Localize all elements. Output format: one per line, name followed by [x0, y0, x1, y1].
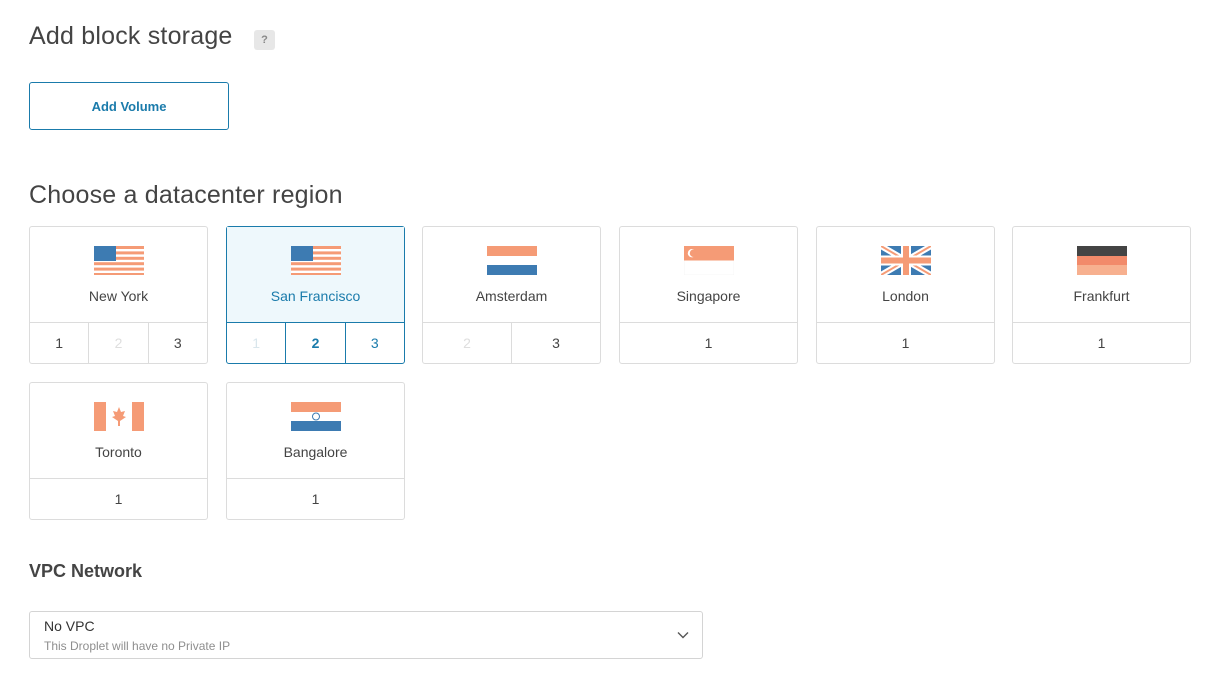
- nl-flag-icon: [486, 246, 537, 275]
- region-card-new-york[interactable]: New York 1 2 3: [29, 226, 208, 364]
- chevron-down-icon: [677, 632, 689, 639]
- region-name: Bangalore: [283, 444, 348, 460]
- datacenter-option-1[interactable]: 1: [1013, 322, 1190, 363]
- region-card-san-francisco[interactable]: San Francisco 1 2 3: [226, 226, 405, 364]
- datacenter-region-title: Choose a datacenter region: [29, 181, 343, 209]
- datacenter-option-1[interactable]: 1: [30, 322, 88, 363]
- vpc-network-select[interactable]: No VPC This Droplet will have no Private…: [29, 611, 703, 659]
- us-flag-icon: [93, 246, 144, 275]
- vpc-selected-description: This Droplet will have no Private IP: [44, 639, 231, 653]
- datacenter-option-3[interactable]: 3: [511, 322, 600, 363]
- in-flag-icon: [290, 402, 341, 431]
- datacenter-option-2: 2: [463, 334, 471, 351]
- add-volume-button[interactable]: Add Volume: [29, 82, 229, 130]
- datacenter-option-2: 2: [88, 322, 147, 363]
- help-icon[interactable]: ?: [254, 30, 275, 50]
- region-name: London: [882, 288, 929, 304]
- datacenter-option-3[interactable]: 3: [147, 322, 207, 363]
- vpc-network-title: VPC Network: [29, 561, 143, 581]
- region-name: Singapore: [676, 288, 741, 304]
- vpc-selected-label: No VPC: [44, 618, 95, 634]
- datacenter-option-1[interactable]: 1: [30, 478, 207, 519]
- datacenter-option-1: 1: [252, 334, 261, 351]
- uk-flag-icon: [880, 246, 931, 275]
- region-card-singapore[interactable]: Singapore 1: [619, 226, 798, 364]
- block-storage-title: Add block storage: [29, 22, 233, 50]
- region-name: Frankfurt: [1073, 288, 1130, 304]
- sg-flag-icon: [683, 246, 734, 275]
- region-card-toronto[interactable]: Toronto 1: [29, 382, 208, 520]
- region-name: New York: [88, 288, 149, 304]
- region-card-amsterdam[interactable]: Amsterdam 2 3: [422, 226, 601, 364]
- region-card-frankfurt[interactable]: Frankfurt 1: [1012, 226, 1191, 364]
- de-flag-icon: [1076, 246, 1127, 275]
- datacenter-option-1[interactable]: 1: [620, 322, 797, 363]
- datacenter-option-1[interactable]: 1: [227, 478, 404, 519]
- region-card-london[interactable]: London 1: [816, 226, 995, 364]
- us-flag-icon: [290, 246, 341, 275]
- datacenter-option-3[interactable]: 3: [344, 322, 404, 363]
- region-name: Toronto: [95, 444, 142, 460]
- region-card-bangalore[interactable]: Bangalore 1: [226, 382, 405, 520]
- region-name: San Francisco: [270, 288, 361, 304]
- datacenter-option-2-selected[interactable]: 2: [285, 322, 344, 363]
- datacenter-option-1[interactable]: 1: [817, 322, 994, 363]
- region-name: Amsterdam: [475, 288, 548, 304]
- ca-flag-icon: [93, 402, 144, 431]
